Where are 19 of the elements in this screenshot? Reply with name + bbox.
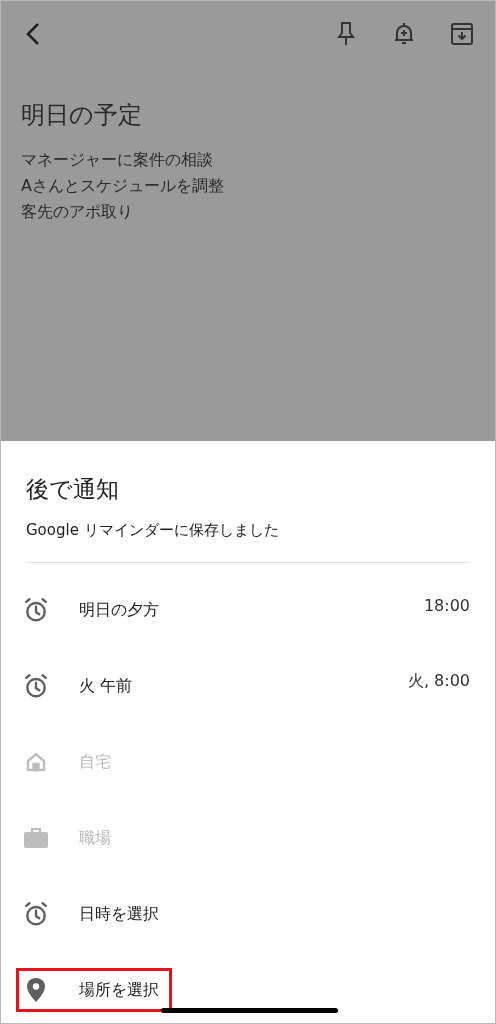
reminder-option[interactable]: 明日の夕方 <box>16 588 172 632</box>
option-time: 火, 8:00 <box>407 670 470 692</box>
reminder-option[interactable]: 火 午前 <box>16 664 146 708</box>
reminder-option[interactable]: 場所を選択 <box>16 968 172 1012</box>
alarm-clock-icon <box>23 597 49 623</box>
option-time: 18:00 <box>423 595 470 615</box>
note-line: 客先のアポ取り <box>21 201 133 223</box>
note-line: マネージャーに案件の相談 <box>21 149 213 171</box>
alarm-clock-icon <box>23 901 49 927</box>
archive-button[interactable] <box>449 21 475 47</box>
sheet-subtitle: Google リマインダーに保存しました <box>26 520 279 540</box>
note-line: Aさんとスケジュールを調整 <box>21 175 224 197</box>
alarm-clock-icon <box>23 673 49 699</box>
sheet-title: 後で通知 <box>26 475 119 504</box>
briefcase-icon <box>23 826 49 850</box>
note-title: 明日の予定 <box>21 100 142 131</box>
reminder-option[interactable]: 日時を選択 <box>16 892 172 936</box>
location-pin-icon <box>25 977 47 1003</box>
house-icon <box>24 750 48 774</box>
